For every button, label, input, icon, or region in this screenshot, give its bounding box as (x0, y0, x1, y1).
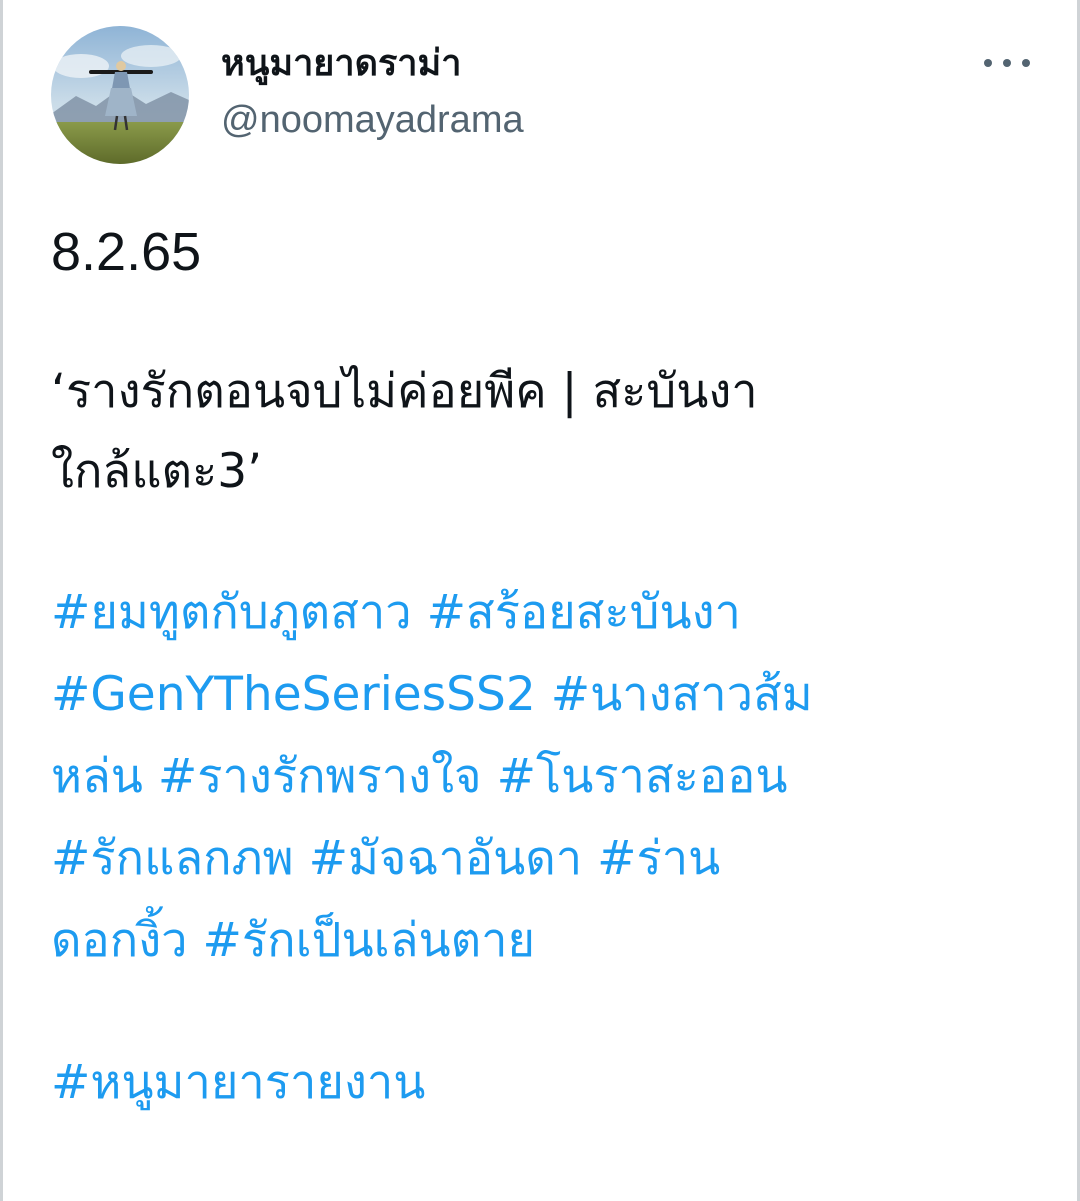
hashtag-link[interactable]: #นางสาวส้ม (551, 667, 813, 722)
more-horizontal-icon (984, 59, 992, 67)
hashtag-link-continued[interactable]: หล่น (51, 749, 143, 804)
profile-avatar[interactable] (51, 26, 189, 164)
hashtag-link[interactable]: #รางรักพรางใจ (158, 749, 482, 804)
tweet-card: หนูมายาดราม่า @noomayadrama 8.2.65 ‘รางร… (0, 0, 1080, 1201)
more-horizontal-icon-dot (1022, 59, 1030, 67)
author-display-name[interactable]: หนูมายาดราม่า (221, 40, 461, 88)
hashtag-link[interactable]: #สร้อยสะบันงา (427, 585, 741, 640)
hashtag-link[interactable]: #รักเป็นเล่นตาย (203, 913, 536, 968)
more-options-button[interactable] (981, 46, 1033, 80)
hashtag-block: #ยมทูตกับภูตสาว #สร้อยสะบันงา #GenYTheSe… (51, 572, 1041, 1124)
hashtag-link[interactable]: #GenYTheSeriesSS2 (51, 667, 536, 722)
hashtag-link[interactable]: #ร่าน (597, 831, 720, 886)
hashtag-link[interactable]: #ยมทูตกับภูตสาว (51, 585, 412, 640)
avatar-image (51, 26, 189, 164)
footer-hashtag-link[interactable]: #หนูมายารายงาน (51, 1055, 425, 1110)
hashtag-link-continued[interactable]: ดอกงิ้ว (51, 913, 188, 968)
hashtag-link[interactable]: #โนราสะออน (497, 749, 788, 804)
tweet-title-line: ‘รางรักตอนจบไม่ค่อยพีค | สะบันงา (51, 364, 758, 419)
more-horizontal-icon-dot (1003, 59, 1011, 67)
tweet-text: 8.2.65 ‘รางรักตอนจบไม่ค่อยพีค | สะบันงา … (51, 212, 1041, 1124)
tweet-date-text: 8.2.65 (51, 222, 202, 282)
hashtag-link[interactable]: #รักแลกภพ (51, 831, 294, 886)
author-handle[interactable]: @noomayadrama (221, 96, 524, 144)
hashtag-link[interactable]: #มัจฉาอันดา (309, 831, 583, 886)
tweet-title-line: ใกล้แตะ3’ (51, 444, 263, 499)
